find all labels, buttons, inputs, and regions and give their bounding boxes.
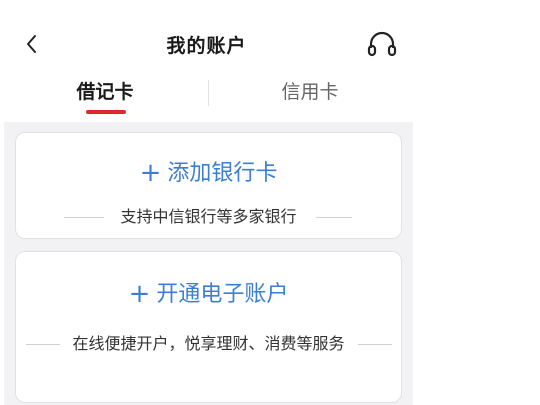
cards-area: + 添加银行卡 支持中信银行等多家银行 + 开通电子账户 在线便捷开户，悦享理财、消… [4,122,413,405]
plus-icon: + [139,158,162,188]
open-e-account-subtitle: 在线便捷开户，悦享理财、消费等服务 [16,330,401,358]
tab-credit-card[interactable]: 信用卡 [245,74,375,118]
account-tabs: 借记卡 信用卡 [0,74,413,118]
open-e-account-card[interactable]: + 开通电子账户 在线便捷开户，悦享理财、消费等服务 [15,251,402,403]
app-screen: 我的账户 借记卡 信用卡 + 添加银行卡 支持中信银行等多家银行 + 开通电子账… [0,0,413,405]
plus-icon: + [128,279,151,309]
divider-line [64,217,104,218]
add-bank-card-subtitle: 支持中信银行等多家银行 [16,207,401,227]
divider-line [316,217,352,218]
add-bank-card-card[interactable]: + 添加银行卡 支持中信银行等多家银行 [15,132,402,239]
open-e-account-label: 开通电子账户 [156,282,289,307]
headset-icon [367,31,397,57]
add-bank-card-subtitle-text: 支持中信银行等多家银行 [120,207,297,226]
customer-service-button[interactable] [364,27,400,63]
open-e-account-button[interactable]: + 开通电子账户 [16,276,401,309]
active-tab-indicator [86,110,126,114]
nav-bar: 我的账户 [0,22,413,68]
tab-divider [208,80,209,106]
divider-line [26,344,60,345]
page-title: 我的账户 [166,35,247,57]
divider-line [358,344,392,345]
add-bank-card-button[interactable]: + 添加银行卡 [16,155,401,188]
add-bank-card-label: 添加银行卡 [167,161,278,186]
open-e-account-subtitle-text: 在线便捷开户，悦享理财、消费等服务 [72,334,345,353]
